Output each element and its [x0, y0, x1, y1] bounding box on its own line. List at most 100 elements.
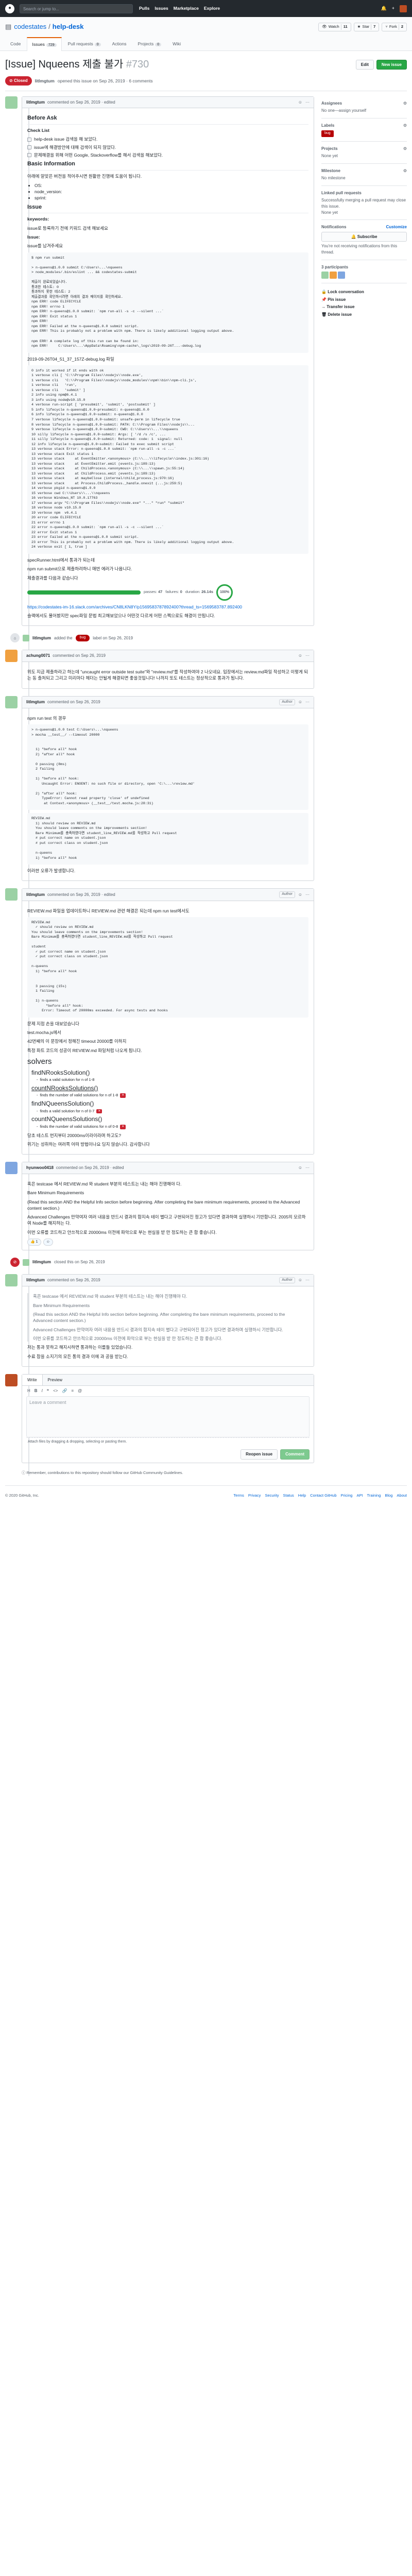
tab-projects[interactable]: Projects 0	[133, 37, 167, 50]
write-tab[interactable]: Write	[22, 1374, 43, 1386]
comment-header: litlmgtum commented on Sep 26, 2019 · ed…	[22, 96, 314, 109]
kebab-icon[interactable]: ···	[305, 653, 310, 659]
list-icon[interactable]: ≡	[71, 1388, 74, 1394]
nav-explore[interactable]: Explore	[204, 5, 220, 11]
avatar[interactable]	[5, 1274, 18, 1287]
nav-marketplace[interactable]: Marketplace	[174, 5, 199, 11]
comment-author[interactable]: litlmgtum	[26, 892, 45, 898]
lock-conversation[interactable]: 🔒 Lock conversation	[321, 289, 407, 295]
checkbox-icon[interactable]	[27, 145, 31, 149]
avatar[interactable]	[5, 96, 18, 109]
plus-icon[interactable]: +	[392, 5, 394, 12]
edit-button[interactable]: Edit	[355, 59, 374, 70]
avatar[interactable]	[5, 696, 18, 708]
footer-link[interactable]: About	[397, 1493, 407, 1499]
avatar[interactable]	[5, 888, 18, 901]
smiley-icon[interactable]: ☺	[298, 653, 302, 659]
pin-issue[interactable]: 📌 Pin issue	[321, 297, 407, 303]
smiley-icon[interactable]: ☺	[43, 1239, 53, 1246]
gear-icon[interactable]: ⚙	[403, 146, 407, 152]
event-actor[interactable]: litlmgtum	[32, 1259, 51, 1265]
watch-button[interactable]: 👁 Watch 11	[318, 22, 351, 31]
fork-button[interactable]: ⑂ Fork 2	[382, 22, 407, 31]
footer-link[interactable]: Terms	[233, 1493, 244, 1499]
kebab-icon[interactable]: ···	[305, 699, 310, 705]
gear-icon[interactable]: ⚙	[403, 168, 407, 174]
tab-pull-requests[interactable]: Pull requests 0	[63, 37, 106, 50]
smiley-icon[interactable]: ☺	[298, 1277, 302, 1283]
avatar[interactable]	[338, 272, 345, 279]
footer-link[interactable]: Blog	[385, 1493, 392, 1499]
avatar[interactable]	[23, 634, 29, 641]
checkbox-icon[interactable]	[27, 137, 31, 142]
tab-wiki[interactable]: Wiki	[167, 37, 186, 50]
repo-owner-link[interactable]: codestates	[14, 22, 46, 32]
delete-issue[interactable]: 🗑 Delete issue	[321, 312, 407, 318]
star-button[interactable]: ★ Star 7	[353, 22, 380, 31]
avatar[interactable]	[23, 1259, 29, 1266]
new-issue-button[interactable]: New issue	[376, 59, 407, 70]
avatar[interactable]	[5, 1162, 18, 1175]
footer-link[interactable]: Training	[367, 1493, 381, 1499]
avatar[interactable]	[330, 272, 337, 279]
user-avatar[interactable]	[400, 5, 407, 12]
kebab-icon[interactable]: ···	[305, 892, 310, 898]
bold-icon[interactable]: B	[35, 1388, 38, 1394]
avatar[interactable]	[5, 650, 18, 663]
reopen-issue-button[interactable]: Reopen issue	[241, 1449, 278, 1460]
slack-link[interactable]: https://codestates-im-16.slack.com/archi…	[27, 604, 242, 609]
avatar[interactable]	[321, 272, 329, 279]
search-input[interactable]: Search or jump to...	[20, 4, 133, 13]
kebab-icon[interactable]: ···	[305, 1165, 310, 1171]
github-logo-icon[interactable]: ●	[5, 4, 14, 13]
attach-files[interactable]: Attach files by dragging & dropping, sel…	[26, 1437, 310, 1446]
global-header: ● Search or jump to... Pulls Issues Mark…	[0, 0, 412, 17]
italic-icon[interactable]: I	[42, 1388, 43, 1394]
subscribe-button[interactable]: 🔔 Subscribe	[321, 231, 407, 242]
link-icon[interactable]: 🔗	[62, 1388, 67, 1394]
footer-link[interactable]: Privacy	[248, 1493, 261, 1499]
footer-link[interactable]: Security	[265, 1493, 279, 1499]
bell-icon[interactable]: 🔔	[381, 5, 387, 12]
avatar[interactable]	[5, 1374, 18, 1386]
comment-author[interactable]: litlmgtum	[26, 99, 45, 106]
event-actor[interactable]: litlmgtum	[32, 635, 51, 641]
transfer-issue[interactable]: → Transfer issue	[321, 304, 407, 310]
code-icon[interactable]: <>	[53, 1388, 58, 1394]
footer-link[interactable]: Status	[283, 1493, 294, 1499]
footer-link[interactable]: Pricing	[341, 1493, 353, 1499]
repo-name-link[interactable]: help-desk	[53, 22, 84, 32]
gear-icon[interactable]: ⚙	[403, 100, 407, 107]
comment-author[interactable]: litlmgtum	[26, 1277, 45, 1283]
quote-icon[interactable]: ❝	[47, 1388, 49, 1394]
comment-author[interactable]: achung0071	[26, 653, 50, 659]
mention-icon[interactable]: @	[78, 1388, 82, 1394]
gear-icon[interactable]: ⚙	[403, 123, 407, 129]
footer-link[interactable]: API	[356, 1493, 363, 1499]
kebab-icon[interactable]: ···	[305, 1277, 310, 1283]
thumbs-up-reaction[interactable]: 👍 1	[27, 1239, 41, 1246]
kebab-icon[interactable]: ···	[305, 99, 310, 106]
tab-code[interactable]: Code	[5, 37, 26, 50]
smiley-icon[interactable]: ☺	[298, 892, 302, 898]
smiley-icon[interactable]: ☺	[298, 99, 302, 106]
label-bug[interactable]: bug	[321, 130, 334, 137]
comment-button[interactable]: Comment	[280, 1449, 310, 1460]
nav-pulls[interactable]: Pulls	[139, 5, 149, 11]
issue-author[interactable]: litlmgtum	[35, 78, 55, 84]
comment-author[interactable]: litlmgtum	[26, 699, 45, 705]
footer-link[interactable]: Contact GitHub	[310, 1493, 336, 1499]
footer-link[interactable]: Help	[298, 1493, 306, 1499]
checkbox-icon[interactable]	[27, 153, 31, 158]
customize-link[interactable]: Customize	[386, 224, 407, 230]
label-bug[interactable]: bug	[75, 635, 90, 641]
smiley-icon[interactable]: ☺	[298, 699, 302, 705]
heading-icon[interactable]: H	[27, 1388, 30, 1394]
preview-tab[interactable]: Preview	[43, 1375, 67, 1386]
comment-textarea[interactable]: Leave a comment	[26, 1396, 310, 1438]
nav-issues[interactable]: Issues	[154, 5, 168, 11]
smiley-icon[interactable]: ☺	[298, 1165, 302, 1171]
comment-author[interactable]: hyunwoo0418	[26, 1165, 54, 1171]
tab-issues[interactable]: Issues 729	[27, 37, 62, 51]
tab-actions[interactable]: Actions	[107, 37, 132, 50]
